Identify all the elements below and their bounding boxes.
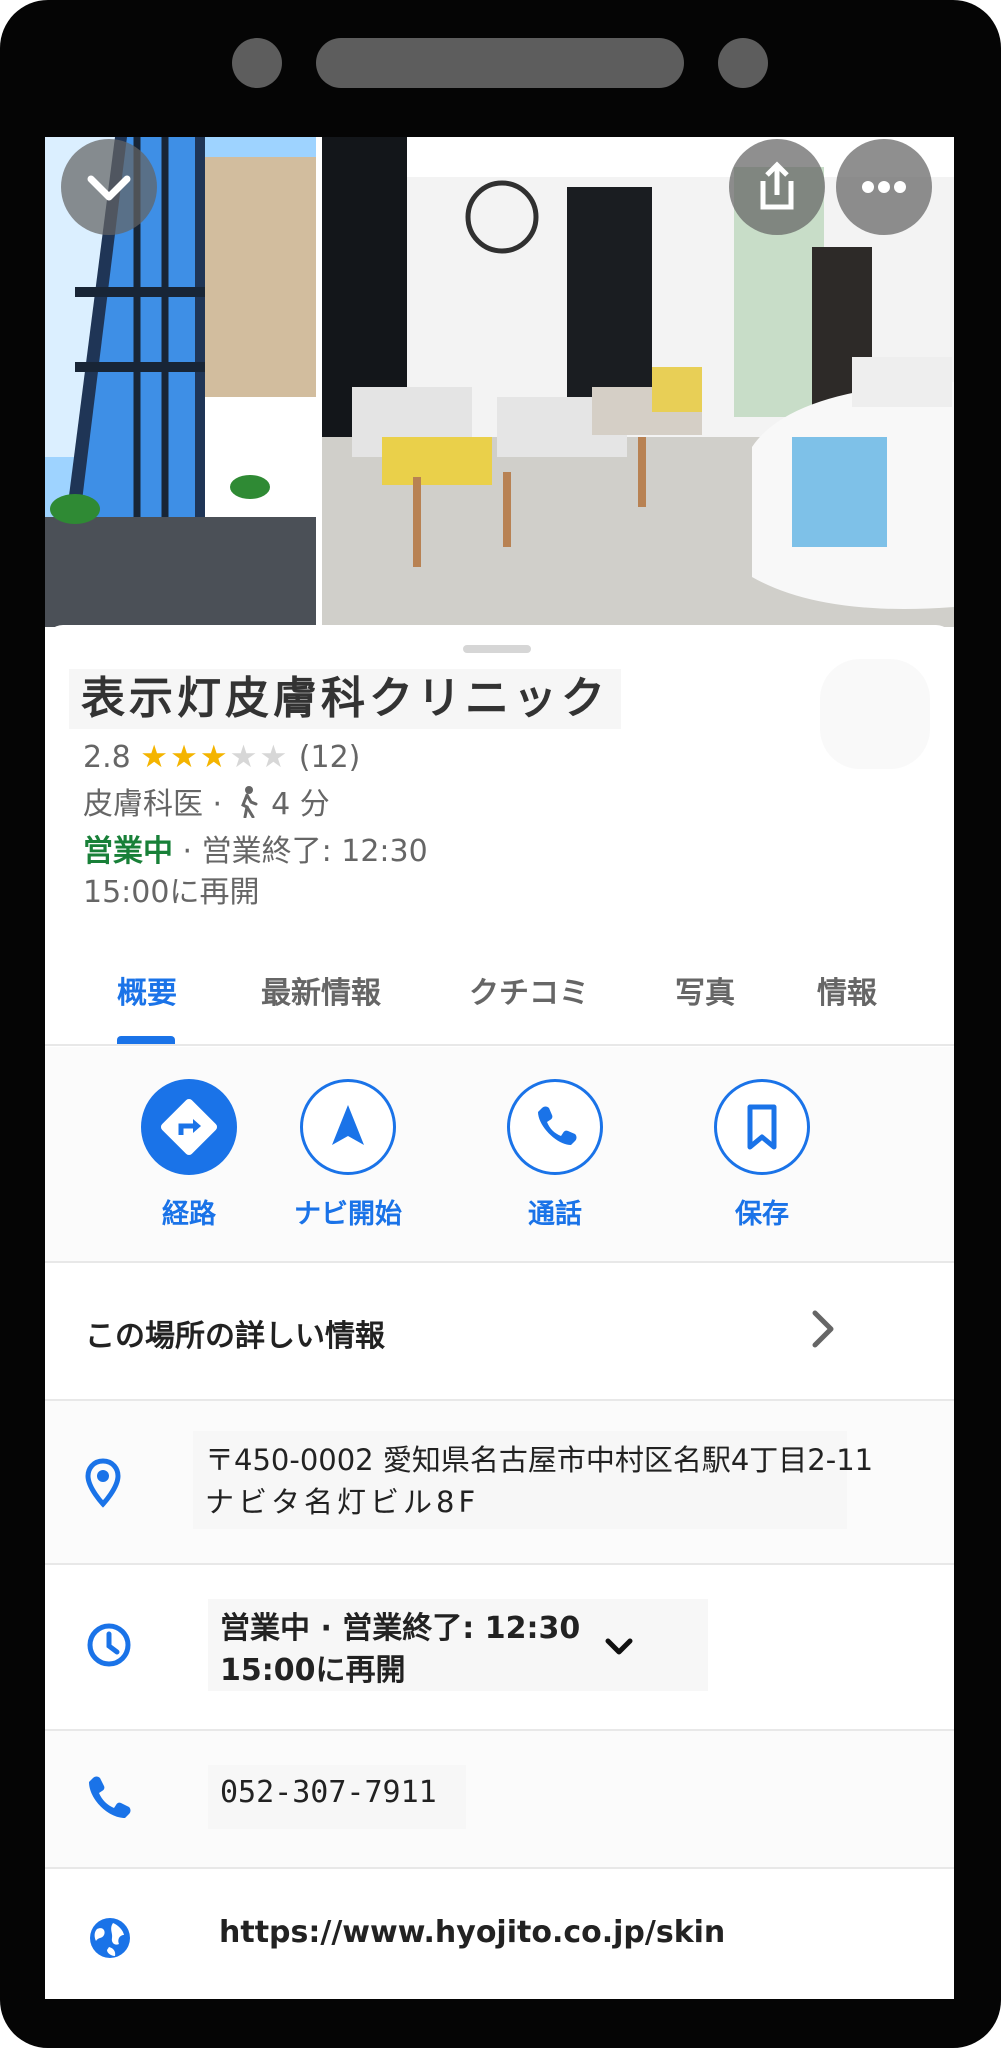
tab-overview[interactable]: 概要	[117, 968, 177, 1012]
navigation-circle	[300, 1079, 396, 1175]
address-line-2: ナビタ名灯ビル8F	[205, 1485, 480, 1519]
phone-row[interactable]: 052-307-7911	[45, 1731, 954, 1869]
walking-icon	[240, 786, 258, 819]
phone-icon	[89, 1776, 131, 1818]
drag-handle[interactable]	[463, 645, 531, 653]
address-line-1: 〒450-0002 愛知県名古屋市中村区名駅4丁目2-11	[205, 1443, 874, 1477]
tab-updates[interactable]: 最新情報	[261, 968, 381, 1012]
bookmark-icon	[747, 1104, 777, 1150]
start-navigation-button[interactable]: ナビ開始	[273, 1079, 423, 1249]
reopen-time: 15:00に再開	[83, 875, 260, 910]
place-title: 表示灯皮膚科クリニック	[69, 669, 621, 729]
start-navigation-label: ナビ開始	[294, 1199, 402, 1230]
hours-line-1: 営業中 · 営業終了: 12:30	[220, 1611, 581, 1646]
star-icon: ★	[170, 739, 200, 775]
chevron-down-icon[interactable]	[603, 1631, 635, 1663]
website-link[interactable]: https://www.hyojito.co.jp/skin	[219, 1915, 725, 1950]
star-rating: ★★★★★	[140, 737, 289, 777]
directions-circle	[141, 1079, 237, 1175]
phone-number: 052-307-7911	[220, 1775, 437, 1810]
star-icon: ★	[199, 739, 230, 775]
closing-time: · 営業終了: 12:30	[173, 834, 428, 869]
more-options-button[interactable]	[836, 139, 932, 235]
action-bar: 経路 ナビ開始 通話 保存	[45, 1047, 954, 1263]
directions-label: 経路	[162, 1199, 216, 1230]
phone-icon	[538, 1106, 577, 1145]
save-button[interactable]: 保存	[687, 1079, 837, 1249]
hours-row[interactable]: 営業中 · 営業終了: 12:30 15:00に再開	[45, 1565, 954, 1731]
category-row: 皮膚科医 · 4 分	[83, 786, 330, 822]
save-circle	[714, 1079, 810, 1175]
address-box: 〒450-0002 愛知県名古屋市中村区名駅4丁目2-11 ナビタ名灯ビル8F	[193, 1431, 873, 1529]
star-icon: ★	[229, 739, 260, 775]
tab-reviews[interactable]: クチコミ	[469, 968, 589, 1012]
call-circle	[507, 1079, 603, 1175]
camera-left	[232, 38, 282, 88]
call-label: 通話	[528, 1199, 582, 1230]
category: 皮膚科医	[83, 787, 203, 822]
hours-line-2: 15:00に再開	[220, 1653, 406, 1688]
chevron-down-icon	[87, 175, 131, 201]
call-button[interactable]: 通話	[480, 1079, 630, 1249]
open-status-row: 営業中 · 営業終了: 12:30	[83, 832, 428, 872]
open-status: 営業中	[83, 834, 173, 869]
location-pin-icon	[85, 1458, 121, 1508]
address-row[interactable]: 〒450-0002 愛知県名古屋市中村区名駅4丁目2-11 ナビタ名灯ビル8F	[45, 1401, 954, 1565]
tab-about[interactable]: 情報	[817, 968, 877, 1012]
active-tab-indicator	[117, 1036, 175, 1044]
globe-icon	[90, 1918, 130, 1958]
phone-frame: 表示灯皮膚科クリニック 2.8 ★★★★★ (12) 皮膚科医 · 4 分 営業…	[0, 0, 1001, 2048]
more-icon	[862, 181, 906, 193]
camera-right	[718, 38, 768, 88]
save-label: 保存	[735, 1199, 789, 1230]
review-count: (12)	[298, 740, 361, 775]
more-info-label: この場所の詳しい情報	[85, 1319, 385, 1354]
star-icon: ★	[259, 739, 290, 775]
chevron-right-icon	[812, 1310, 834, 1348]
rating-row[interactable]: 2.8 ★★★★★ (12)	[83, 737, 360, 778]
website-row[interactable]: https://www.hyojito.co.jp/skin	[45, 1869, 954, 1999]
speaker	[316, 38, 684, 88]
rating-value: 2.8	[83, 740, 131, 775]
place-panel: 表示灯皮膚科クリニック 2.8 ★★★★★ (12) 皮膚科医 · 4 分 営業…	[45, 625, 954, 1999]
tab-bar: 概要 最新情報 クチコミ 写真 情報	[45, 948, 954, 1046]
directions-icon	[160, 1098, 218, 1156]
share-icon	[760, 161, 794, 210]
walk-time: 4 分	[271, 787, 330, 822]
screen: 表示灯皮膚科クリニック 2.8 ★★★★★ (12) 皮膚科医 · 4 分 営業…	[45, 137, 954, 1999]
collapse-button[interactable]	[61, 139, 157, 235]
navigation-icon	[332, 1105, 364, 1145]
star-icon: ★	[140, 739, 171, 775]
photo-header[interactable]	[45, 137, 954, 627]
share-button[interactable]	[729, 139, 825, 235]
blank-patch	[820, 659, 930, 769]
phone-box: 052-307-7911	[208, 1765, 466, 1829]
directions-button[interactable]: 経路	[114, 1079, 264, 1249]
tab-photos[interactable]: 写真	[675, 968, 735, 1012]
more-info-row[interactable]: この場所の詳しい情報	[45, 1263, 954, 1401]
clock-icon	[87, 1623, 131, 1667]
